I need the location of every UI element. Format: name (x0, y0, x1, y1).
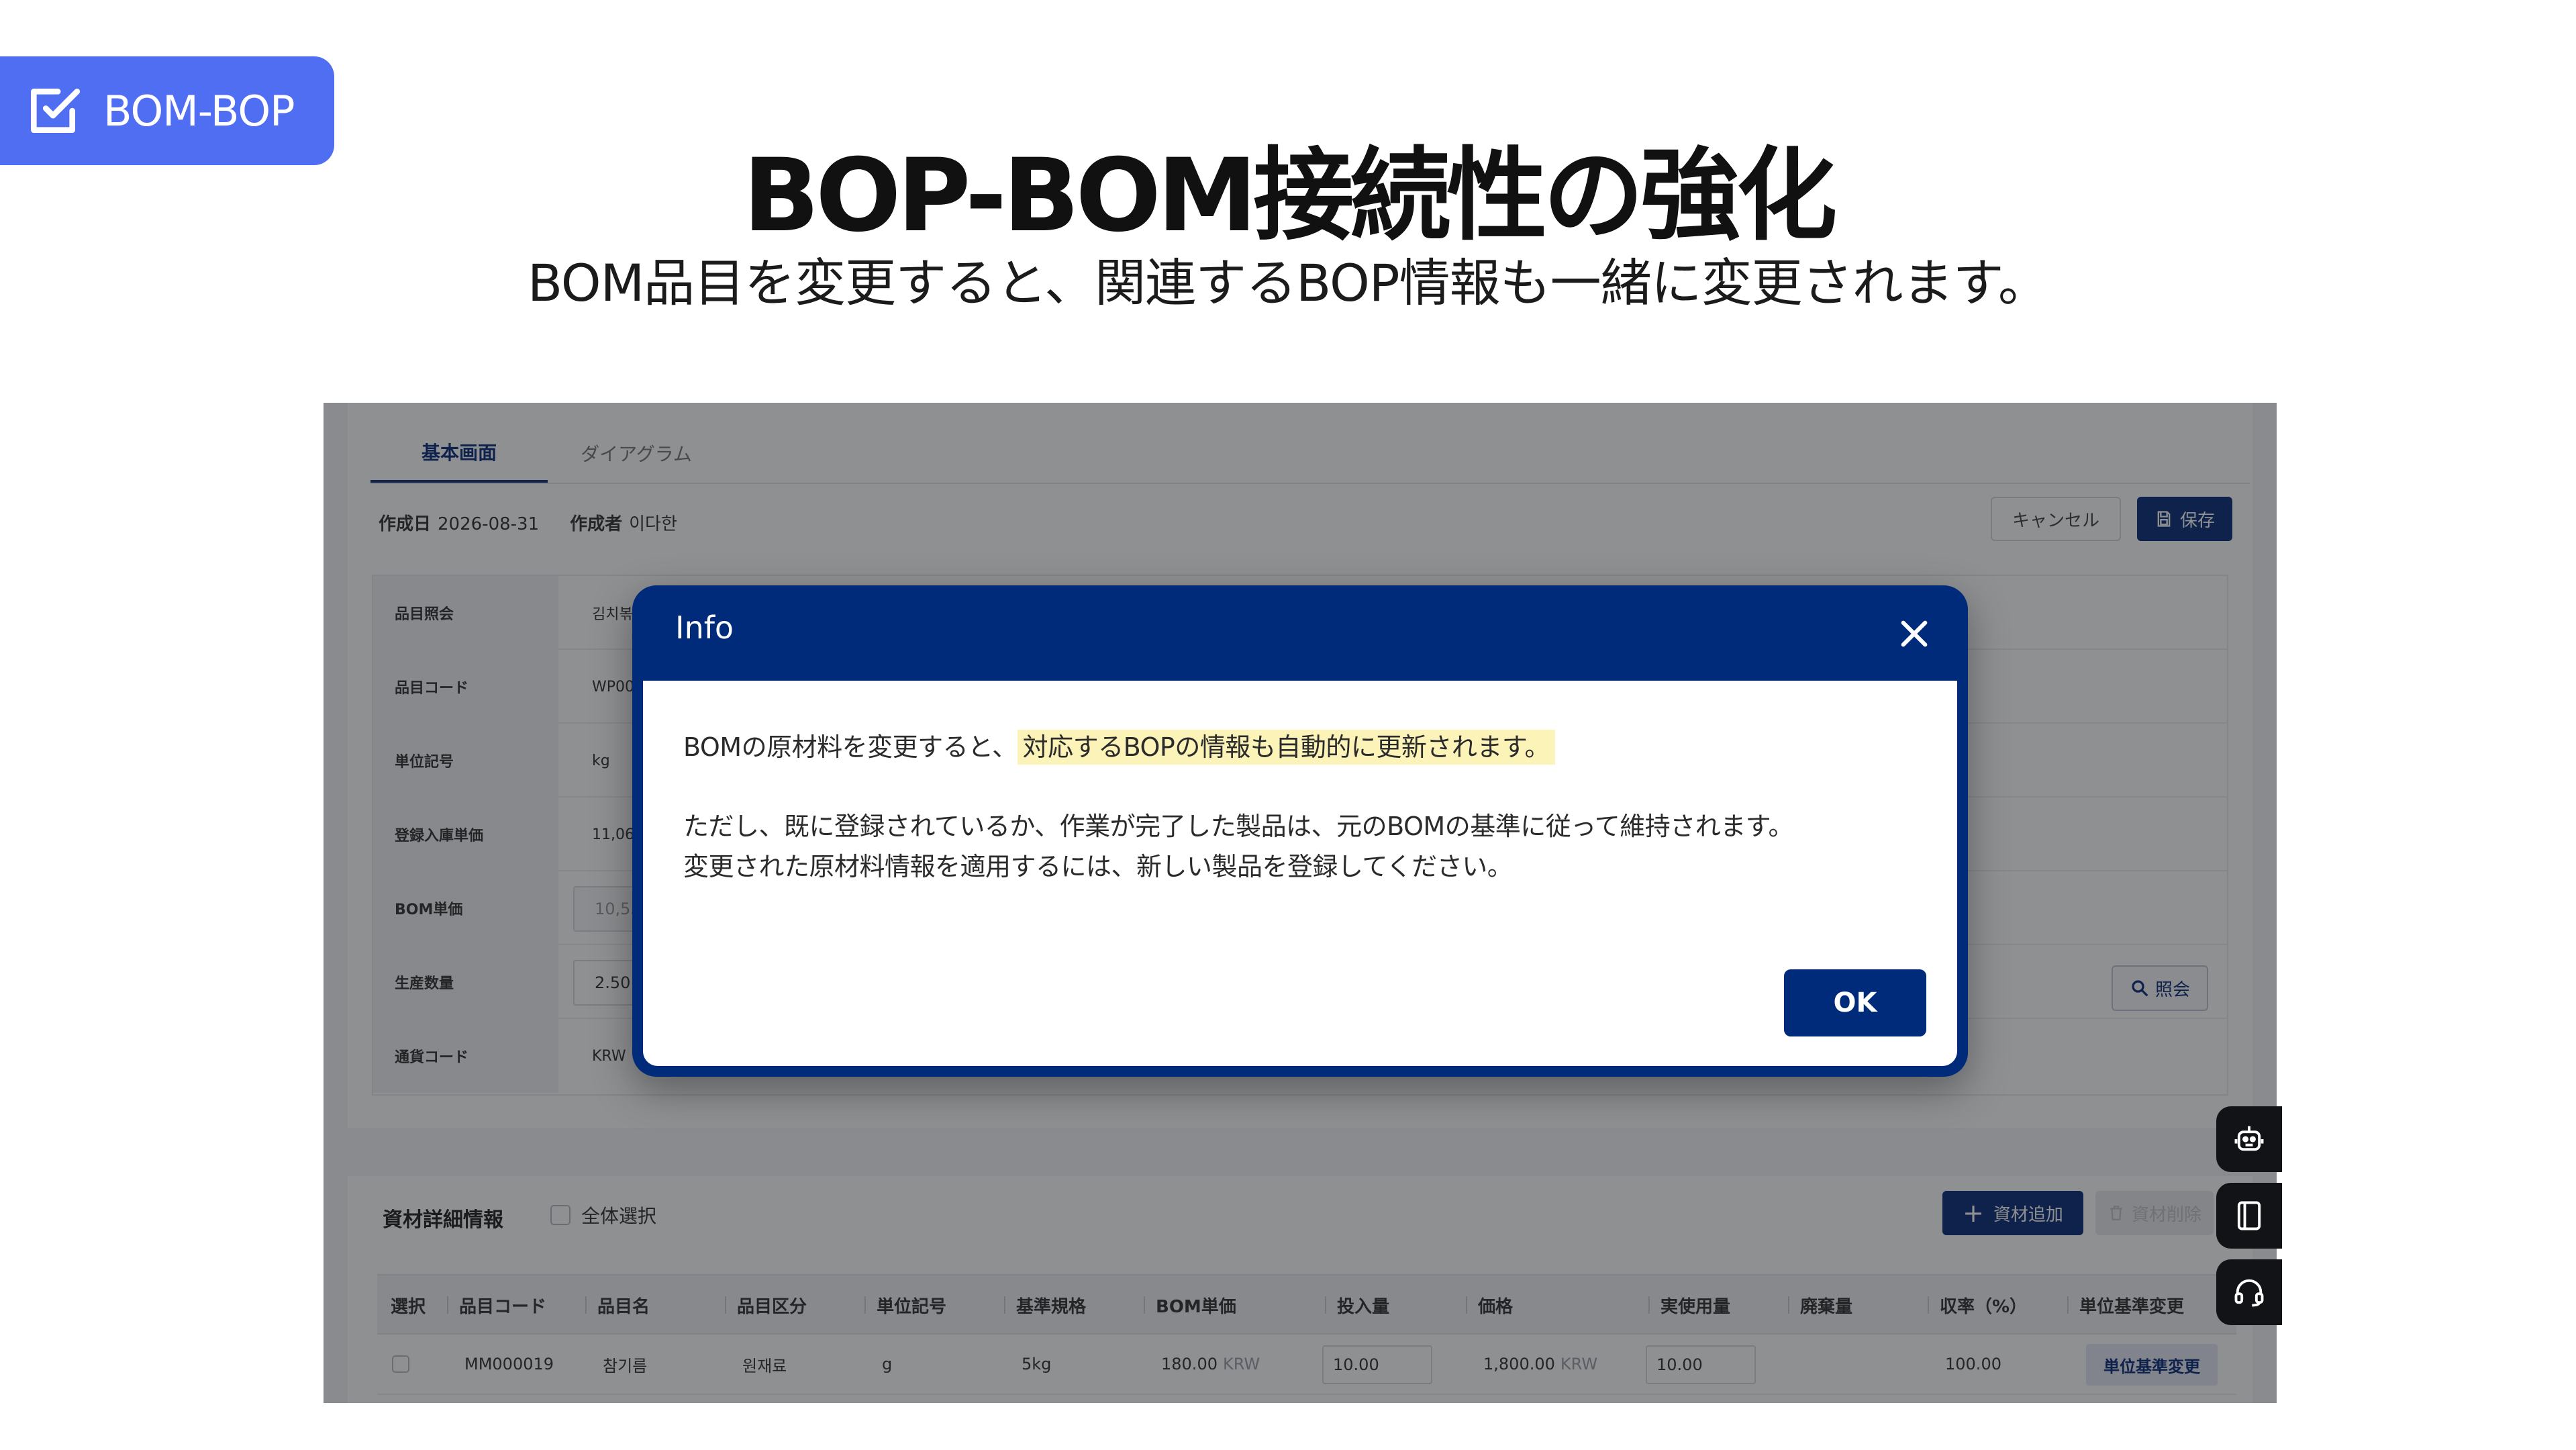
book-icon (2237, 1201, 2261, 1230)
dialog-title: Info (675, 610, 734, 646)
close-icon[interactable] (1895, 615, 1933, 652)
slide-subtitle: BOM品目を変更すると、関連するBOP情報も一緒に変更されます。 (527, 253, 2049, 313)
robot-icon (2234, 1126, 2264, 1151)
slide-title: BOP-BOM接続性の強化 (742, 138, 1838, 254)
dialog-body: BOMの原材料を変更すると、 対応するBOPの情報も自動的に更新されます。 ただし… (643, 681, 1957, 1066)
dialog-message-1: BOMの原材料を変更すると、 対応するBOPの情報も自動的に更新されます。 (683, 726, 1556, 765)
support-button[interactable] (2216, 1259, 2282, 1325)
chatbot-button[interactable] (2216, 1106, 2282, 1172)
manual-button[interactable] (2216, 1183, 2282, 1249)
dialog-message-3: 変更された原材料情報を適用するには、新しい製品を登録してください。 (683, 852, 1513, 881)
highlighted-text: 対応するBOPの情報も自動的に更新されます。 (1017, 730, 1556, 765)
info-dialog: Info BOMの原材料を変更すると、 対応するBOPの情報も自動的に更新されます… (632, 585, 1968, 1077)
headset-icon (2234, 1279, 2264, 1307)
ok-button[interactable]: OK (1784, 969, 1926, 1036)
dialog-message-2: ただし、既に登録されているか、作業が完了した製品は、元のBOMの基準に従って維持… (683, 812, 1794, 841)
